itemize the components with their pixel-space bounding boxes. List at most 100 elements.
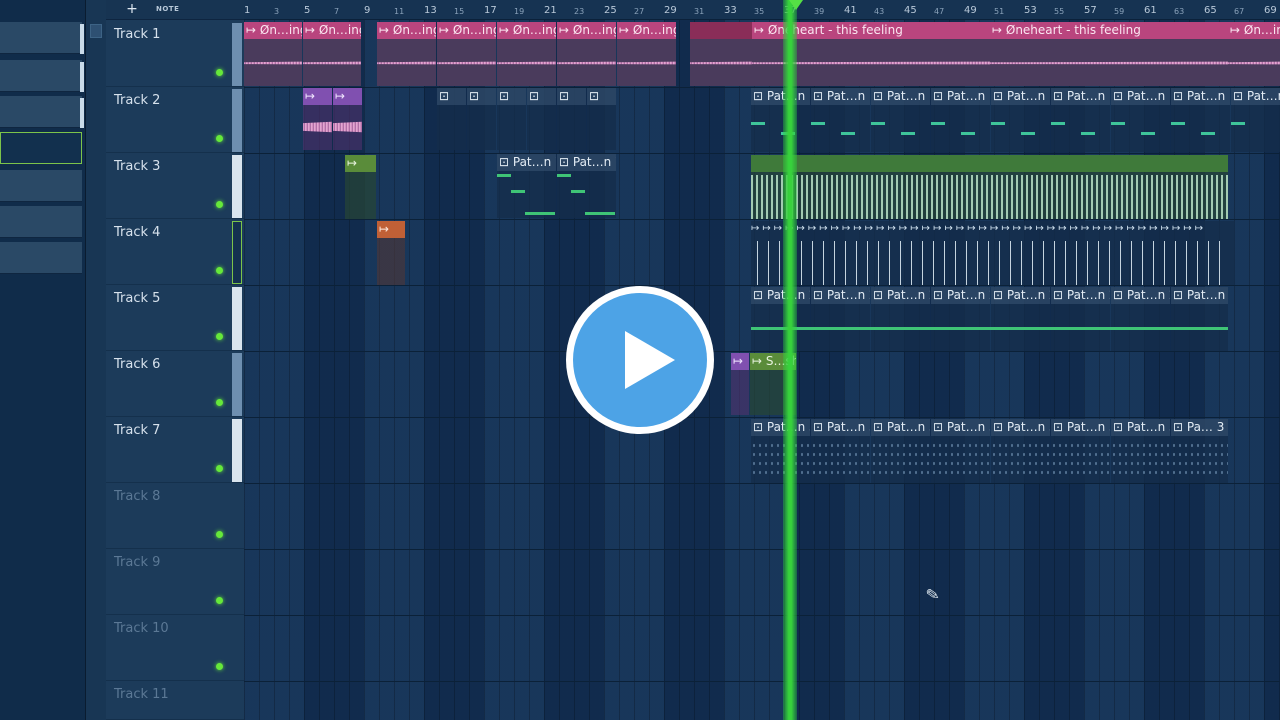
browser-item[interactable]	[0, 60, 82, 92]
audio-clip[interactable]	[690, 22, 752, 86]
audio-clip[interactable]: ↦ Øneheart - this feeling	[990, 22, 1228, 86]
track-select-bar[interactable]	[232, 287, 242, 350]
track-select-bar[interactable]	[232, 23, 242, 86]
track-row[interactable]: Track 11	[106, 681, 244, 720]
playhead-marker-icon[interactable]	[789, 0, 803, 10]
track-row[interactable]: Track 7	[106, 417, 244, 483]
pattern-clip[interactable]: ⊡ Pat…n 2	[1051, 287, 1110, 351]
track-row[interactable]: Track 5	[106, 285, 244, 351]
track-row[interactable]: Track 9	[106, 549, 244, 615]
pattern-clip[interactable]: ⊡	[557, 88, 586, 150]
pattern-clip[interactable]: ⊡	[467, 88, 496, 150]
track-select-bar[interactable]	[232, 155, 242, 218]
audio-clip[interactable]: ↦ Øn…ing	[497, 22, 556, 86]
pattern-clip[interactable]: ⊡ Pat…n 1	[1111, 88, 1170, 152]
panel-separator[interactable]	[86, 0, 106, 720]
track-select-bar[interactable]	[232, 419, 242, 482]
playhead-line[interactable]	[783, 0, 797, 720]
audio-clip[interactable]: ↦ Øn…ing	[617, 22, 676, 86]
pattern-clip[interactable]: ⊡ Pat…n 3	[991, 419, 1050, 483]
audio-clip[interactable]: ↦ Øn…ing	[1228, 22, 1280, 86]
pattern-clip[interactable]: ⊡ Pat…n 1	[931, 88, 990, 152]
track-mute-led[interactable]	[216, 135, 223, 142]
note-pattern	[1051, 441, 1110, 477]
track-mute-led[interactable]	[216, 201, 223, 208]
pattern-clip[interactable]: ⊡ Pat…n 1	[811, 88, 870, 152]
pattern-clip[interactable]: ⊡ Pat…n 2	[751, 287, 810, 351]
pattern-clip[interactable]: ⊡ Pat…n 2	[931, 287, 990, 351]
pattern-clip[interactable]: ⊡ Pat…n 7	[557, 154, 616, 218]
play-button[interactable]	[566, 286, 714, 434]
pattern-clip[interactable]: ⊡ Pat…n 1	[1051, 88, 1110, 152]
browser-item[interactable]	[0, 96, 82, 128]
note-pattern	[1171, 441, 1228, 477]
pattern-clip[interactable]: ⊡ Pat…n 2	[871, 287, 930, 351]
browser-item[interactable]	[0, 206, 82, 238]
pattern-clip[interactable]: ⊡ Pat…n 2	[1111, 287, 1170, 351]
track-select-bar[interactable]	[232, 89, 242, 152]
browser-item[interactable]	[0, 242, 82, 274]
scroll-handle[interactable]	[90, 24, 102, 38]
track-row[interactable]: Track 10	[106, 615, 244, 681]
clip-label: ⊡ Pat…n 2	[1051, 287, 1110, 304]
pattern-clip[interactable]: ⊡ Pat…n 3	[871, 419, 930, 483]
track-row[interactable]: Track 1	[106, 21, 244, 87]
audio-clip[interactable]: ↦	[731, 353, 749, 415]
pattern-clip[interactable]: ↦	[345, 155, 376, 219]
track-mute-led[interactable]	[216, 399, 223, 406]
pattern-clip[interactable]: ⊡ Pat…n 7	[497, 154, 556, 218]
ruler-bar-number: 61	[1144, 5, 1157, 16]
pattern-clip[interactable]: ⊡ Pat…n 2	[991, 287, 1050, 351]
track-row[interactable]: Track 3	[106, 153, 244, 219]
audio-clip[interactable]: ↦	[377, 221, 405, 285]
track-mute-led[interactable]	[216, 333, 223, 340]
pattern-clip[interactable]: ⊡ Pat…n 3	[1111, 419, 1170, 483]
track-row[interactable]: Track 4	[106, 219, 244, 285]
clip-label: ⊡ Pat…n 2	[751, 287, 810, 304]
pattern-clip[interactable]: ⊡ Pat…n 1	[871, 88, 930, 152]
pattern-clip[interactable]: ⊡ Pat…n 2	[1171, 287, 1228, 351]
browser-item[interactable]	[0, 170, 82, 202]
pattern-clip[interactable]: ⊡ Pat…n 1	[991, 88, 1050, 152]
pattern-clip[interactable]: ⊡	[527, 88, 556, 150]
track-mute-led[interactable]	[216, 465, 223, 472]
playlist-area[interactable]: 1357911131517192123252729313335373941434…	[244, 0, 1280, 720]
pattern-clip[interactable]: ⊡	[437, 88, 466, 150]
track-row[interactable]: Track 2	[106, 87, 244, 153]
pattern-clip[interactable]: ⊡ Pat…n 3	[751, 419, 810, 483]
audio-clip[interactable]: ↦	[333, 88, 362, 150]
pattern-clip[interactable]: ⊡ Pat…n 3	[1051, 419, 1110, 483]
browser-item[interactable]	[0, 22, 82, 54]
track-row[interactable]: Track 8	[106, 483, 244, 549]
pattern-clip[interactable]: ⊡ Pat…n 3	[931, 419, 990, 483]
audio-clip[interactable]: ↦ Øn…ing	[557, 22, 616, 86]
pattern-clip[interactable]: ⊡ Pat…n 1	[1231, 88, 1280, 152]
pattern-clip[interactable]: ⊡ Pa… 3	[1171, 419, 1228, 483]
audio-clip[interactable]: ↦ Øn…ing	[244, 22, 302, 86]
add-track-button[interactable]: +	[124, 0, 140, 18]
pattern-clip[interactable]: ⊡ Pat…n 1	[751, 88, 810, 152]
track-mute-led[interactable]	[216, 663, 223, 670]
track-mute-led[interactable]	[216, 597, 223, 604]
pattern-clip[interactable]: ⊡ Pat…n 1	[1171, 88, 1230, 152]
pattern-clip[interactable]: ⊡	[497, 88, 526, 150]
pattern-clip[interactable]: ⊡	[587, 88, 616, 150]
pattern-clip[interactable]: ↦↦↦↦↦↦↦↦↦↦↦↦↦↦↦↦↦↦↦↦↦↦↦↦↦↦↦↦↦↦↦↦↦↦↦↦↦↦↦↦	[751, 221, 1235, 285]
clip-label: ↦	[303, 88, 332, 105]
pattern-clip[interactable]: ⊡ Pat…n 2	[811, 287, 870, 351]
browser-item-selected[interactable]	[0, 132, 82, 164]
pattern-clip[interactable]: ⊡ Pat…n 3	[811, 419, 870, 483]
track-mute-led[interactable]	[216, 69, 223, 76]
audio-clip[interactable]: ↦	[303, 88, 332, 150]
track-select-bar[interactable]	[232, 353, 242, 416]
timeline-ruler[interactable]: 1357911131517192123252729313335373941434…	[244, 0, 1280, 20]
track-mute-led[interactable]	[216, 267, 223, 274]
clip-label: ⊡ Pat…n 7	[557, 154, 616, 171]
audio-clip[interactable]: ↦ Øn…ing	[437, 22, 496, 86]
pattern-clip[interactable]	[751, 155, 1228, 219]
track-row[interactable]: Track 6	[106, 351, 244, 417]
track-mute-led[interactable]	[216, 531, 223, 538]
track-select-bar[interactable]	[232, 221, 242, 284]
audio-clip[interactable]: ↦ Øn…ing	[303, 22, 361, 86]
audio-clip[interactable]: ↦ Øn…ing	[377, 22, 436, 86]
